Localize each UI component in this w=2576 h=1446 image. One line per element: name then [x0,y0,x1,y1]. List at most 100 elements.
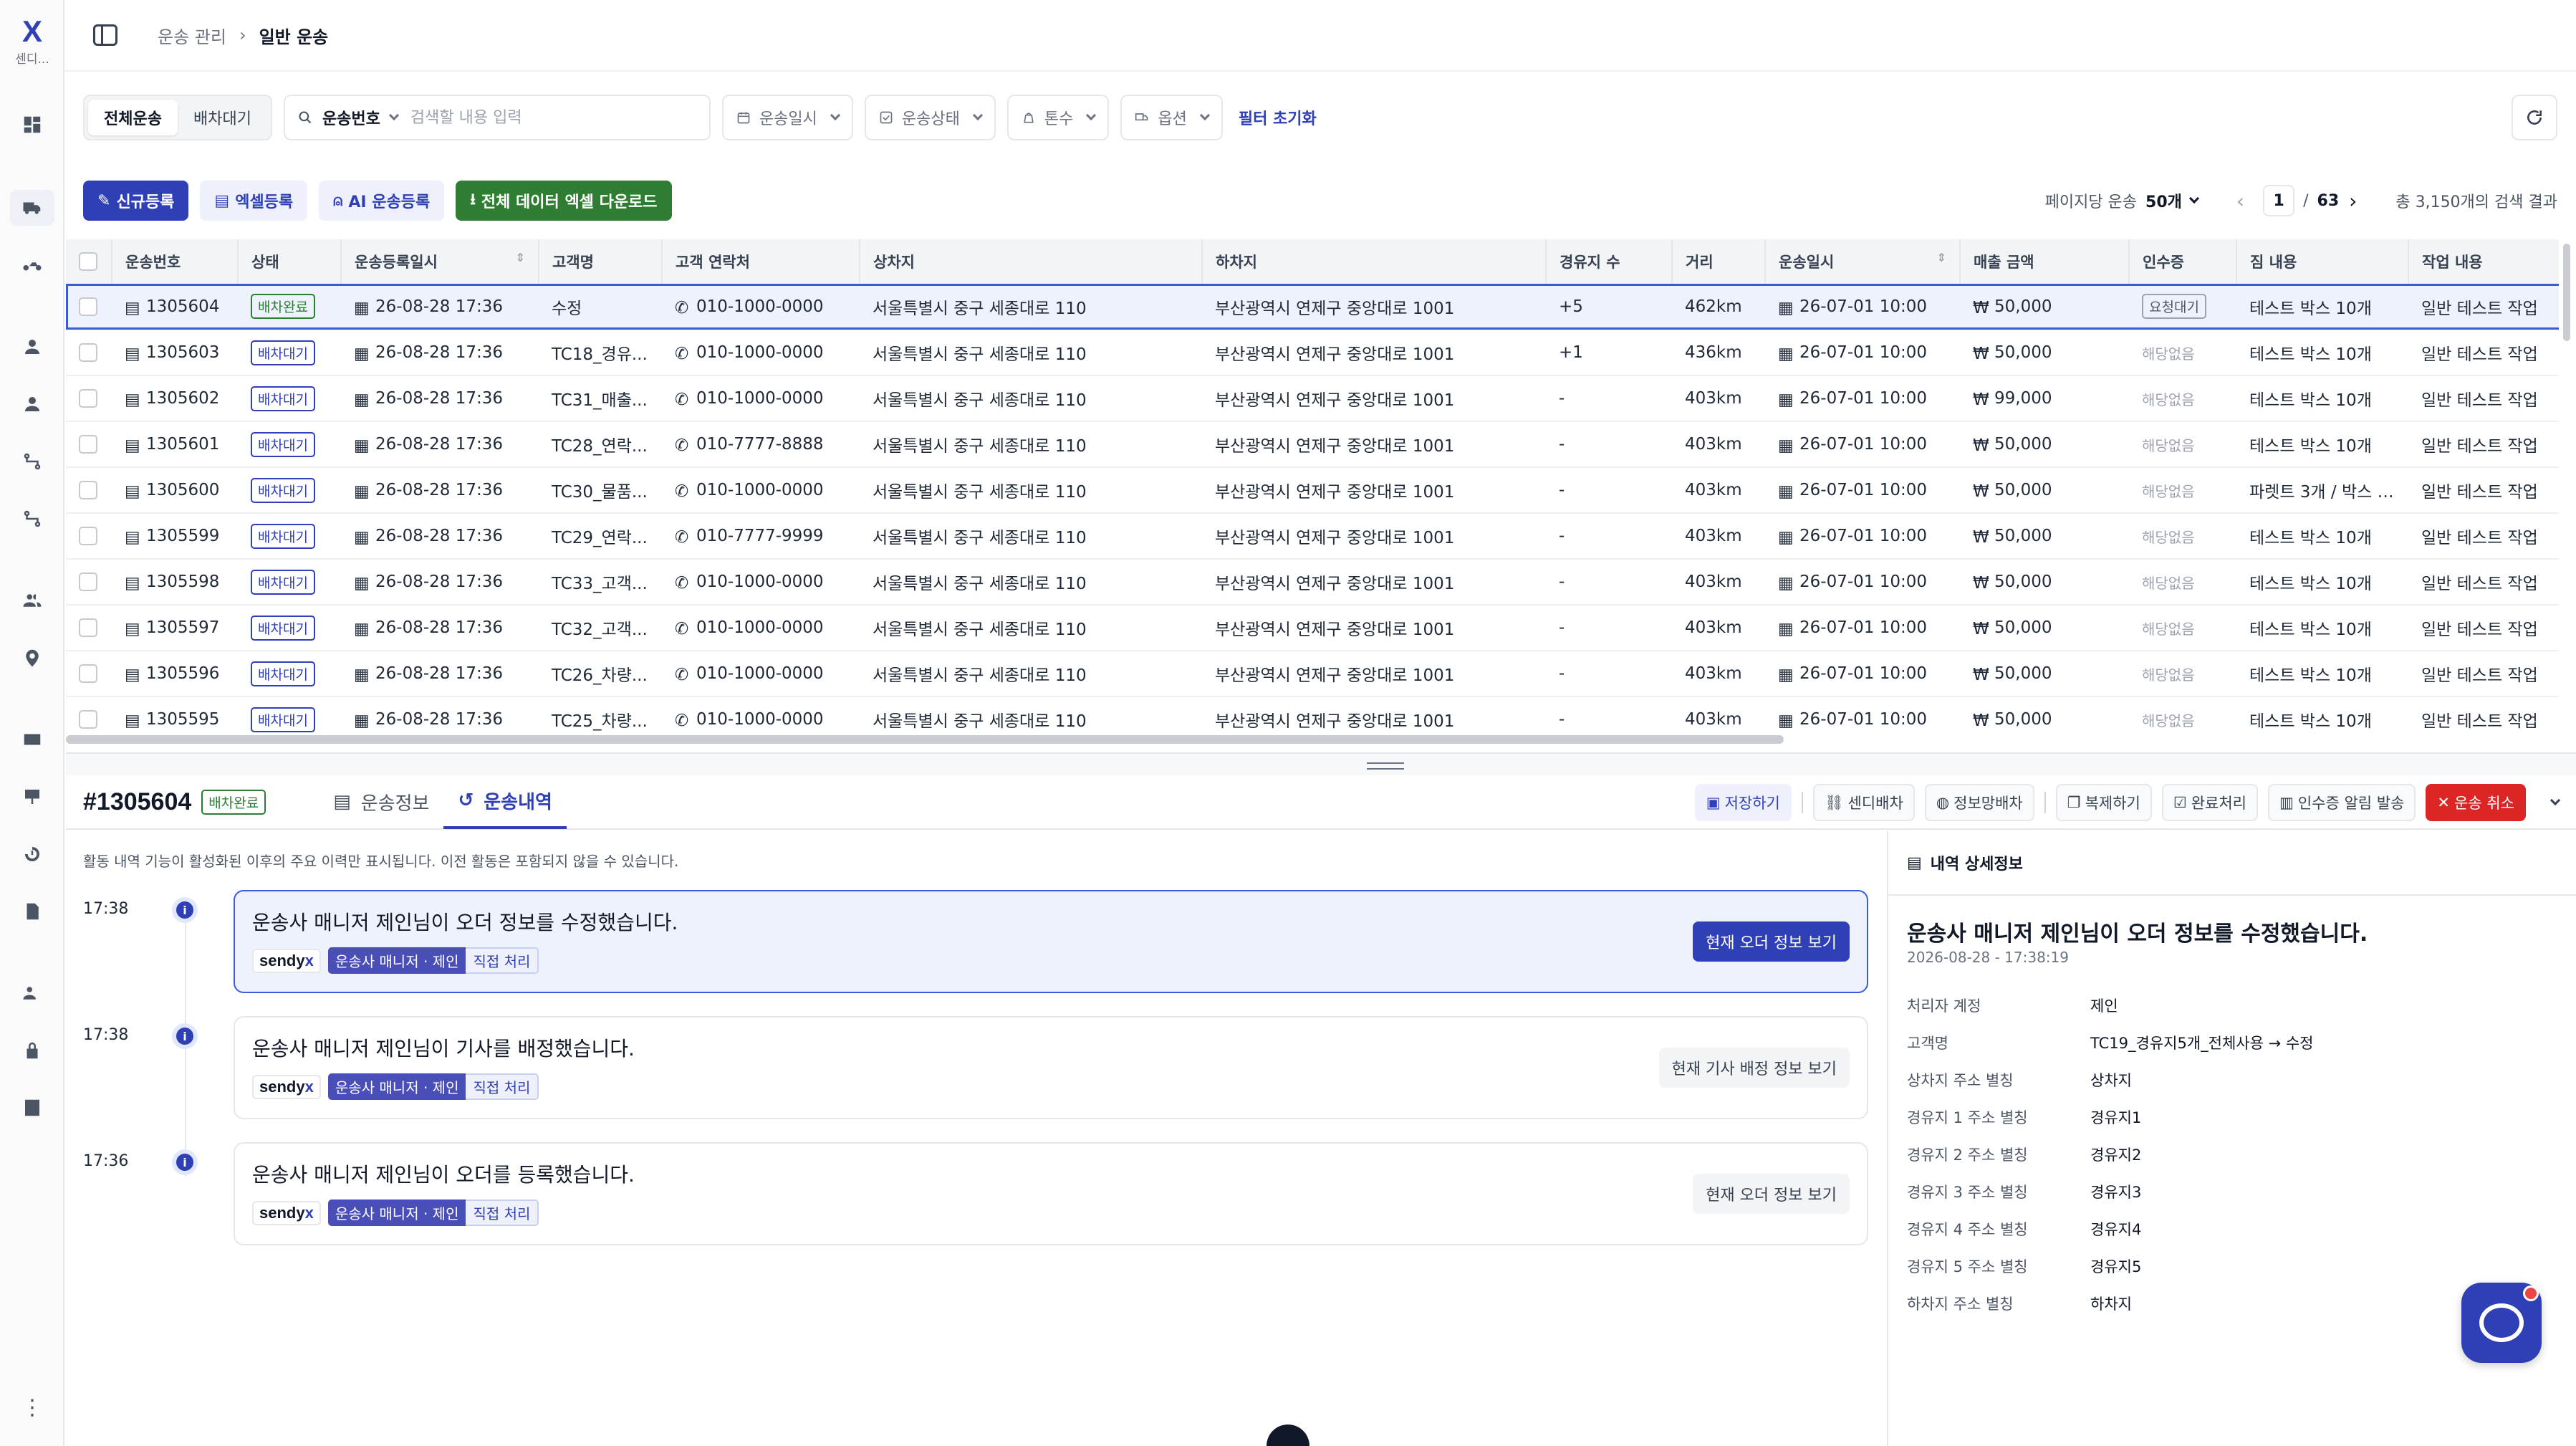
select-all-checkbox[interactable] [79,252,97,271]
row-checkbox[interactable] [79,435,97,454]
row-checkbox[interactable] [79,481,97,500]
horizontal-scrollbar[interactable] [66,735,1784,744]
column-header[interactable]: 매출 금액 [1960,239,2130,284]
search-input[interactable] [410,108,696,127]
filter-status[interactable]: 운송상태 [864,95,996,140]
per-page-select[interactable]: 50개 [2145,189,2199,212]
app-logo[interactable]: X 센디... [0,16,64,67]
table-row[interactable]: ▤ 1305597 배차대기 ▦ 26-08-28 17:36 TC32_고객... ✆ 01… [66,605,2559,651]
table-row[interactable]: ▤ 1305598 배차대기 ▦ 26-08-28 17:36 TC33_고객... ✆ 01… [66,559,2559,605]
row-checkbox[interactable] [79,573,97,592]
column-header[interactable]: 작업 내용 [2408,239,2559,284]
nav-route[interactable] [0,497,64,540]
column-header[interactable]: 운송일시 ⇕ [1765,239,1961,284]
next-page-icon[interactable]: › [2349,189,2357,213]
column-header[interactable]: 하차지 [1202,239,1547,284]
ai-register-button[interactable]: ⍝ AI 운송등록 [319,181,445,221]
nav-team[interactable] [0,579,64,622]
nav-account[interactable] [0,972,64,1015]
view-current-button[interactable]: 현재 오더 정보 보기 [1693,921,1850,962]
table-row[interactable]: ▤ 1305604 배차완료 ▦ 26-08-28 17:36 수정 ✆ 010-1000-0… [66,284,2559,330]
nav-board[interactable] [0,775,64,818]
sort-icon[interactable]: ⇕ [1937,251,1946,264]
view-current-button[interactable]: 현재 오더 정보 보기 [1693,1174,1850,1214]
tab-order-history[interactable]: ↺ 운송내역 [443,775,567,829]
save-button[interactable]: ▣ 저장하기 [1694,784,1792,821]
breadcrumb-parent[interactable]: 운송 관리 [158,23,226,48]
column-header[interactable]: 운송등록일시 ⇕ [341,239,539,284]
cell-stops: +5 [1546,284,1672,330]
row-checkbox[interactable] [79,389,97,408]
cancel-order-button[interactable]: ✕ 운송 취소 [2426,784,2526,821]
receipt-badge[interactable]: 요청대기 [2142,294,2206,319]
column-header[interactable]: 짐 내용 [2236,239,2409,284]
prev-page-icon[interactable]: ‹ [2236,189,2244,213]
row-checkbox[interactable] [79,527,97,546]
row-checkbox[interactable] [79,664,97,684]
header-select-all[interactable] [66,239,112,284]
sort-icon[interactable]: ⇕ [516,251,525,264]
nav-drivers[interactable] [0,383,64,426]
row-checkbox[interactable] [79,343,97,363]
nav-settlement[interactable] [0,440,64,483]
table-row[interactable]: ▤ 1305602 배차대기 ▦ 26-08-28 17:36 TC31_매출... ✆ 01… [66,375,2559,422]
table-row[interactable]: ▤ 1305600 배차대기 ▦ 26-08-28 17:36 TC30_물품... ✆ 01… [66,467,2559,514]
segment-waiting[interactable]: 배차대기 [178,100,267,135]
duplicate-button[interactable]: ❐ 복제하기 [2055,784,2152,821]
nav-dashboard[interactable] [0,103,64,146]
sidebar-toggle-icon[interactable] [93,24,117,46]
table-row[interactable]: ▤ 1305601 배차대기 ▦ 26-08-28 17:36 TC28_연락... ✆ 01… [66,421,2559,468]
row-checkbox[interactable] [79,297,97,316]
cell-text: 50,000 [1994,435,2052,454]
filter-options[interactable]: 옵션 [1120,95,1223,140]
activity-card[interactable]: 운송사 매니저 제인님이 오더 정보를 수정했습니다. sendyx 운송사 매니저… [234,890,1868,993]
column-header[interactable]: 상태 [238,239,342,284]
column-header[interactable]: 운송번호 [112,239,239,284]
nav-history[interactable] [0,833,64,876]
nav-location[interactable] [0,636,64,679]
view-current-button[interactable]: 현재 기사 배정 정보 보기 [1658,1048,1850,1088]
table-row[interactable]: ▤ 1305595 배차대기 ▦ 26-08-28 17:36 TC25_차량... ✆ 01… [66,696,2559,734]
more-menu-icon[interactable]: ⋮ [0,1397,64,1419]
nav-billing[interactable] [0,718,64,761]
column-header[interactable]: 고객 연락처 [662,239,860,284]
chevron-down-icon[interactable] [2549,795,2561,806]
sendy-dispatch-button[interactable]: ⛓ 센디배차 [1812,784,1915,821]
excel-download-button[interactable]: ⭳ 전체 데이터 엑셀 다운로드 [456,181,672,221]
column-header[interactable]: 경유지 수 [1546,239,1673,284]
nav-documents[interactable] [0,890,64,933]
excel-upload-button[interactable]: ▤ 엑셀등록 [200,181,308,221]
row-checkbox[interactable] [79,618,97,638]
nav-quick[interactable] [0,244,64,287]
search-field-select[interactable]: 운송번호 [322,106,380,129]
refresh-button[interactable] [2512,95,2557,140]
activity-card[interactable]: 운송사 매니저 제인님이 오더를 등록했습니다. sendyx 운송사 매니저 · … [234,1142,1868,1245]
column-header[interactable]: 거리 [1672,239,1766,284]
tab-order-info[interactable]: ▤ 운송정보 [319,775,443,829]
nav-customers[interactable] [0,325,64,368]
row-checkbox[interactable] [79,710,97,729]
activity-card[interactable]: 운송사 매니저 제인님이 기사를 배정했습니다. sendyx 운송사 매니저 · … [234,1016,1868,1119]
panel-resize-handle[interactable] [66,752,2576,775]
filter-reset-link[interactable]: 필터 초기화 [1239,106,1317,129]
chat-launcher-button[interactable] [2461,1283,2542,1363]
nav-security[interactable] [0,1029,64,1072]
table-row[interactable]: ▤ 1305596 배차대기 ▦ 26-08-28 17:36 TC26_차량... ✆ 01… [66,651,2559,697]
table-row[interactable]: ▤ 1305603 배차대기 ▦ 26-08-28 17:36 TC18_경유... ✆ 01… [66,330,2559,376]
nav-transport[interactable] [0,186,64,229]
column-header[interactable]: 상차지 [860,239,1203,284]
column-header[interactable]: 고객명 [539,239,663,284]
new-order-button[interactable]: ✎ 신규등록 [83,181,189,221]
filter-date[interactable]: 운송일시 [721,95,853,140]
bottom-expand-handle[interactable] [1267,1425,1309,1446]
complete-button[interactable]: ☑ 완료처리 [2161,784,2258,821]
vertical-scrollbar[interactable] [2563,244,2570,341]
network-dispatch-button[interactable]: ◍ 정보망배차 [1924,784,2034,821]
segment-all[interactable]: 전체운송 [88,100,178,135]
filter-tonnage[interactable]: 톤수 [1006,95,1110,140]
table-row[interactable]: ▤ 1305599 배차대기 ▦ 26-08-28 17:36 TC29_연락... ✆ 01… [66,513,2559,560]
page-input[interactable]: 1 [2263,185,2295,216]
nav-company[interactable] [0,1086,64,1129]
column-header[interactable]: 인수증 [2129,239,2237,284]
receipt-notify-button[interactable]: ▥ 인수증 알림 발송 [2267,784,2416,821]
